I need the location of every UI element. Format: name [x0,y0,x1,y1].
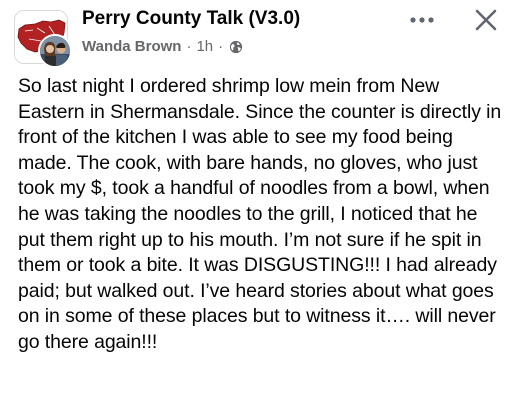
more-options-button[interactable] [404,6,440,34]
post-body: So last night I ordered shrimp low mein … [18,74,502,356]
post-time[interactable]: 1h [196,38,213,55]
user-avatar-image [40,36,70,66]
meta-separator-2: · [218,38,224,55]
post-card: Perry County Talk (V3.0) Wanda Brown · 1… [0,0,512,412]
close-button[interactable] [468,2,504,38]
more-options-icon [410,17,434,23]
meta-separator: · [186,38,192,55]
globe-icon [229,40,243,54]
avatar-group[interactable] [14,10,72,68]
close-icon [475,9,497,31]
author-name[interactable]: Wanda Brown [82,38,181,55]
post-text: So last night I ordered shrimp low mein … [18,75,502,353]
group-name[interactable]: Perry County Talk (V3.0) [82,8,300,30]
post-meta: Wanda Brown · 1h · [82,38,243,55]
user-avatar[interactable] [38,34,72,68]
